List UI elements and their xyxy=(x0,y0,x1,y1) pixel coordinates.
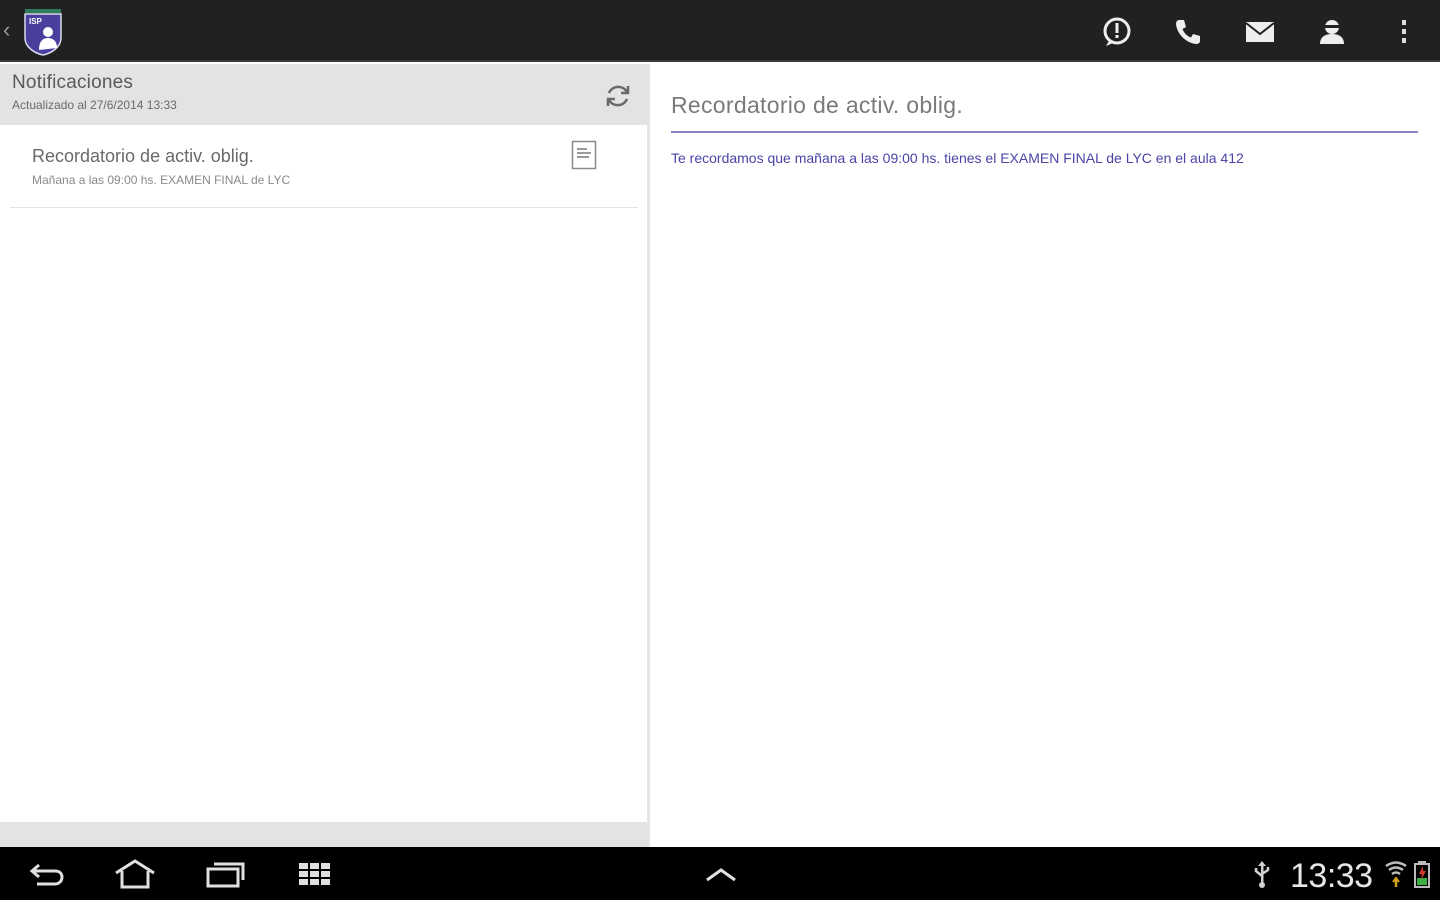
battery-icon xyxy=(1410,859,1434,889)
notifications-list-pane: Notificaciones Actualizado al 27/6/2014 … xyxy=(0,64,647,847)
action-bar: ‹ ISP xyxy=(0,0,1440,62)
list-title: Notificaciones xyxy=(12,72,134,93)
list-header: Notificaciones Actualizado al 27/6/2014 … xyxy=(0,64,647,125)
all-apps-icon[interactable] xyxy=(292,855,338,893)
list-footer-strip xyxy=(0,822,647,847)
overflow-menu-icon[interactable] xyxy=(1384,12,1424,52)
svg-text:ISP: ISP xyxy=(29,17,43,26)
detail-body: Te recordamos que mañana a las 09:00 hs.… xyxy=(671,150,1244,166)
notification-snippet: Mañana a las 09:00 hs. EXAMEN FINAL de L… xyxy=(32,173,291,187)
alert-icon[interactable] xyxy=(1097,12,1137,52)
detail-title-underline xyxy=(671,131,1418,133)
notification-title: Recordatorio de activ. oblig. xyxy=(32,146,254,166)
list-divider xyxy=(10,207,638,208)
status-clock: 13:33 xyxy=(1290,857,1373,895)
back-icon[interactable] xyxy=(24,855,70,893)
system-bar: 13:33 xyxy=(0,847,1440,900)
app-logo-icon[interactable]: ISP xyxy=(22,8,64,56)
home-icon[interactable] xyxy=(112,855,158,893)
recent-apps-icon[interactable] xyxy=(202,855,248,893)
refresh-button[interactable] xyxy=(600,78,636,114)
usb-icon xyxy=(1250,859,1274,889)
wifi-icon xyxy=(1384,859,1408,889)
screen: ‹ ISP Notificaciones Actualizado al 27/6… xyxy=(0,0,1440,900)
up-navigation-caret[interactable]: ‹ xyxy=(3,18,10,42)
mail-icon[interactable] xyxy=(1240,12,1280,52)
contact-icon[interactable] xyxy=(1312,12,1352,52)
refresh-icon xyxy=(606,85,630,107)
notification-detail-pane: Recordatorio de activ. oblig. Te recorda… xyxy=(650,64,1440,847)
detail-title: Recordatorio de activ. oblig. xyxy=(671,92,964,118)
chevron-up-icon[interactable] xyxy=(698,855,744,893)
phone-icon[interactable] xyxy=(1168,12,1208,52)
document-icon xyxy=(571,140,597,170)
last-updated-label: Actualizado al 27/6/2014 13:33 xyxy=(12,98,177,112)
notification-list-item[interactable]: Recordatorio de activ. oblig. Mañana a l… xyxy=(0,126,647,208)
